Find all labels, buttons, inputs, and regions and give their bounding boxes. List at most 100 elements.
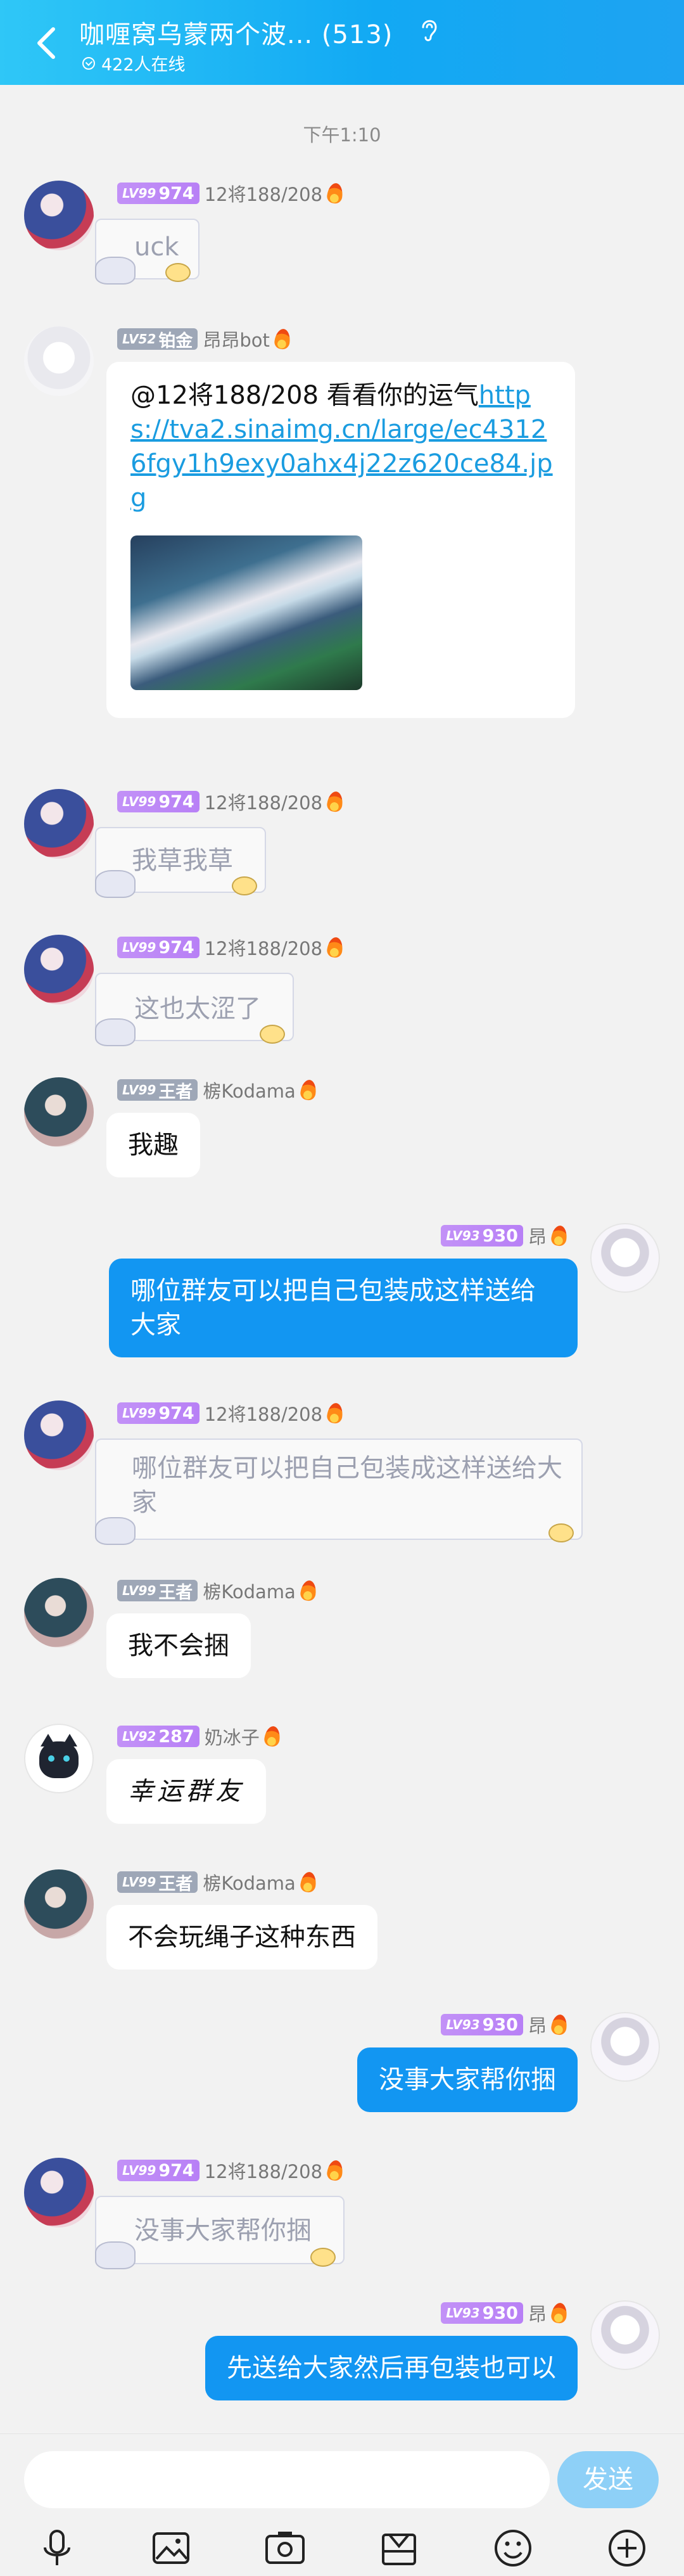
sender-name: 昂昂bot: [203, 330, 270, 351]
message-bubble[interactable]: 哪位群友可以把自己包装成这样送给大家: [109, 1259, 578, 1357]
flame-icon: [326, 1402, 345, 1425]
sticker-message[interactable]: 没事大家帮你捆: [95, 2196, 345, 2269]
cat-avatar-icon: [39, 1734, 79, 1778]
level-badge: LV93 930: [441, 1225, 523, 1246]
sender-name: 椖Kodama: [203, 1080, 296, 1102]
level-badge: LV99 王者: [117, 1079, 198, 1102]
online-count: 422人在线: [82, 51, 186, 75]
message-item: LV52 铂金 昂昂bot @12将188/208 看看你的运气https://t…: [0, 326, 684, 757]
message-timestamp: 下午1:10: [303, 124, 381, 146]
sender-meta: LV99 974 12将188/208: [117, 789, 345, 814]
level-badge: LV93 930: [441, 2302, 523, 2324]
sender-meta: LV99 974 12将188/208: [117, 1400, 345, 1426]
sender-meta: LV52 铂金 昂昂bot: [117, 326, 291, 352]
avatar[interactable]: [24, 1077, 94, 1147]
message-item: LV99 王者 椖Kodama 我趣: [0, 1077, 684, 1204]
level-badge: LV99 王者: [117, 1580, 198, 1603]
message-bubble[interactable]: @12将188/208 看看你的运气https://tva2.sinaimg.c…: [106, 362, 575, 718]
back-chevron-icon[interactable]: [25, 18, 70, 68]
avatar[interactable]: [24, 326, 94, 396]
sender-meta: LV93 930 昂: [441, 2300, 569, 2326]
image-icon[interactable]: [149, 2526, 193, 2570]
group-title[interactable]: 咖喱窝乌蒙两个波... (513): [79, 14, 393, 51]
avatar[interactable]: [24, 1869, 94, 1939]
message-text: 我不会捆: [128, 1631, 229, 1660]
level-badge: LV99 974: [117, 937, 200, 958]
sender-name: 奶冰子: [204, 1727, 260, 1748]
message-text: 我趣: [128, 1131, 179, 1160]
message-bubble[interactable]: 不会玩绳子这种东西: [106, 1905, 377, 1970]
message-item: LV99 王者 椖Kodama 不会玩绳子这种东西: [0, 1869, 684, 1996]
message-item: LV99 王者 椖Kodama 我不会捆: [0, 1578, 684, 1705]
avatar[interactable]: [590, 2012, 660, 2082]
message-bubble[interactable]: 我不会捆: [106, 1613, 251, 1678]
flame-icon: [326, 2159, 345, 2182]
message-item: LV92 287 奶冰子 幸运群友: [0, 1724, 684, 1850]
send-button[interactable]: 发送: [557, 2451, 659, 2508]
flame-icon: [550, 2013, 569, 2036]
flame-icon: [299, 1579, 317, 1602]
sender-meta: LV99 王者 椖Kodama: [117, 1077, 317, 1103]
sticker-text: uck: [134, 233, 179, 262]
message-text: @12将188/208 看看你的运气: [130, 381, 479, 410]
gift-icon[interactable]: [377, 2526, 421, 2570]
avatar[interactable]: [24, 1724, 94, 1793]
flame-icon: [550, 2302, 569, 2324]
level-badge: LV52 铂金: [117, 328, 198, 351]
avatar[interactable]: [24, 181, 94, 250]
online-count-text: 422人在线: [101, 55, 186, 75]
avatar[interactable]: [24, 1578, 94, 1648]
message-text: 没事大家帮你捆: [379, 2065, 556, 2094]
camera-icon[interactable]: [263, 2526, 307, 2570]
microphone-icon[interactable]: [35, 2526, 79, 2570]
flame-icon: [326, 790, 345, 813]
message-bubble[interactable]: 幸运群友: [106, 1759, 266, 1824]
avatar[interactable]: [24, 789, 94, 859]
chat-header: 咖喱窝乌蒙两个波... (513) 422人在线: [0, 0, 684, 85]
flame-icon: [550, 1224, 569, 1247]
sender-meta: LV92 287 奶冰子: [117, 1724, 281, 1749]
sticker-message[interactable]: 这也太涩了: [95, 973, 294, 1046]
input-toolbar: [0, 2516, 684, 2576]
avatar[interactable]: [590, 2300, 660, 2370]
level-badge: LV99 974: [117, 183, 200, 204]
sender-meta: LV99 王者 椖Kodama: [117, 1578, 317, 1603]
sticker-text: 我草我草: [132, 846, 233, 875]
level-badge: LV99 974: [117, 1402, 200, 1424]
message-item: LV99 974 12将188/208 哪位群友可以把自己包装成这样送给大家: [0, 1400, 684, 1559]
message-bubble[interactable]: 没事大家帮你捆: [357, 2047, 578, 2112]
message-item: LV99 974 12将188/208 没事大家帮你捆: [0, 2158, 684, 2284]
message-item: LV99 974 12将188/208 我草我草: [0, 789, 684, 916]
message-item: LV93 930 昂 没事大家帮你捆: [0, 2012, 684, 2139]
plus-icon[interactable]: [605, 2526, 649, 2570]
message-image[interactable]: [130, 535, 362, 690]
avatar[interactable]: [590, 1223, 660, 1293]
ear-icon[interactable]: [418, 16, 441, 44]
avatar[interactable]: [24, 2158, 94, 2227]
sender-meta: LV93 930 昂: [441, 1223, 569, 1248]
sender-name: 椖Kodama: [203, 1873, 296, 1894]
message-item: LV99 974 12将188/208 这也太涩了: [0, 935, 684, 1061]
message-bubble[interactable]: 先送给大家然后再包装也可以: [205, 2336, 578, 2400]
sticker-message[interactable]: 我草我草: [95, 827, 266, 898]
sticker-message[interactable]: uck: [95, 219, 200, 285]
level-badge: LV92 287: [117, 1726, 200, 1747]
level-badge: LV99 974: [117, 2160, 200, 2181]
sender-name: 昂: [528, 1226, 547, 1248]
sender-name: 椖Kodama: [203, 1581, 296, 1603]
input-bar: 发送: [0, 2433, 684, 2576]
avatar[interactable]: [24, 935, 94, 1004]
avatar[interactable]: [24, 1400, 94, 1470]
flame-icon: [299, 1079, 317, 1101]
message-item: LV93 930 昂 哪位群友可以把自己包装成这样送给大家: [0, 1223, 684, 1381]
message-text: 幸运群友: [128, 1777, 244, 1806]
level-badge: LV99 王者: [117, 1871, 198, 1894]
emoji-icon[interactable]: [491, 2526, 535, 2570]
message-input[interactable]: [24, 2451, 550, 2508]
flame-icon: [326, 936, 345, 959]
online-check-icon: [82, 56, 95, 70]
sticker-message[interactable]: 哪位群友可以把自己包装成这样送给大家: [95, 1439, 583, 1545]
sender-meta: LV99 974 12将188/208: [117, 2158, 345, 2183]
sticker-text: 没事大家帮你捆: [134, 2216, 312, 2245]
message-bubble[interactable]: 我趣: [106, 1113, 200, 1177]
